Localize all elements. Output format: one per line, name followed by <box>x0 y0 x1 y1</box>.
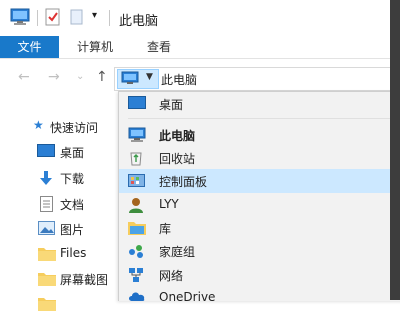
document-icon <box>40 196 54 215</box>
window-frame-edge <box>390 0 400 300</box>
properties-icon[interactable] <box>45 8 61 29</box>
desktop-icon <box>37 144 55 161</box>
dropdown-item-this-pc[interactable]: 此电脑 <box>119 123 400 147</box>
navigation-pane: ★ 快速访问 桌面 下载 文档 图片 Files 屏幕截图 <box>0 95 118 311</box>
folder-icon <box>38 271 56 289</box>
dropdown-item-label: 家庭组 <box>159 245 196 259</box>
nav-item-documents[interactable]: 文档 <box>0 192 118 216</box>
tab-computer[interactable]: 计算机 <box>77 36 113 58</box>
nav-item-pictures[interactable]: 图片 <box>0 217 118 241</box>
customize-toolbar-icon[interactable]: ▾ <box>92 10 97 21</box>
folder-icon <box>38 296 56 314</box>
nav-item-desktop[interactable]: 桌面 <box>0 140 118 164</box>
nav-item-label: 桌面 <box>60 146 85 160</box>
title-separator <box>37 10 38 26</box>
nav-item-label: 屏幕截图 <box>60 273 109 287</box>
dropdown-item-control-panel[interactable]: 控制面板 <box>119 169 400 193</box>
dropdown-item-network[interactable]: 网络 <box>119 263 400 287</box>
tab-file[interactable]: 文件 <box>0 36 59 58</box>
dropdown-item-label: OneDrive <box>159 290 216 304</box>
chevron-down-icon: ▼ <box>146 72 153 82</box>
homegroup-icon <box>128 243 144 259</box>
dropdown-item-label: 网络 <box>159 269 184 283</box>
window-title: 此电脑 <box>119 14 159 29</box>
nav-item-quick-access[interactable]: ★ 快速访问 <box>0 115 118 139</box>
nav-item-label: 快速访问 <box>50 121 99 135</box>
computer-icon <box>128 127 146 143</box>
tab-view[interactable]: 查看 <box>147 36 171 58</box>
nav-item-downloads[interactable]: 下载 <box>0 166 118 190</box>
onedrive-icon <box>128 290 145 306</box>
control-panel-icon <box>128 173 145 189</box>
desktop-icon <box>128 96 146 112</box>
address-dropdown: 桌面 此电脑 回收站 控制面板 LYY 库 家庭组 网络 OneDrive <box>118 91 400 304</box>
recent-locations-icon[interactable]: ⌄ <box>76 71 84 82</box>
title-bar: ▾ 此电脑 <box>0 0 400 36</box>
ribbon: 文件 计算机 查看 <box>0 36 400 59</box>
dropdown-item-label: 桌面 <box>159 98 184 112</box>
dropdown-item-label: LYY <box>159 197 179 211</box>
folder-icon <box>38 246 56 264</box>
dropdown-item-homegroup[interactable]: 家庭组 <box>119 239 400 263</box>
new-folder-icon[interactable] <box>70 8 84 29</box>
dropdown-item-recycle-bin[interactable]: 回收站 <box>119 146 400 170</box>
dropdown-item-label: 回收站 <box>159 152 196 166</box>
dropdown-item-desktop[interactable]: 桌面 <box>119 92 400 116</box>
nav-item-label: 下载 <box>60 172 85 186</box>
forward-button[interactable]: → <box>48 69 60 85</box>
dropdown-item-libraries[interactable]: 库 <box>119 216 400 240</box>
nav-item-label: 文档 <box>60 198 85 212</box>
dropdown-item-onedrive[interactable]: OneDrive <box>119 286 400 310</box>
nav-item-screenshots[interactable]: 屏幕截图 <box>0 267 118 291</box>
download-icon <box>38 170 54 189</box>
library-icon <box>128 220 146 236</box>
picture-icon <box>38 221 56 239</box>
address-root-button[interactable]: ▼ <box>117 69 159 89</box>
computer-icon[interactable] <box>10 8 30 29</box>
address-path: 此电脑 <box>161 73 198 87</box>
address-row: ← → ⌄ ↑ ▼ 此电脑 <box>0 59 400 95</box>
title-separator-2 <box>109 10 110 26</box>
up-button[interactable]: ↑ <box>96 69 108 85</box>
nav-item-label: 图片 <box>60 223 85 237</box>
address-bar[interactable]: ▼ 此电脑 <box>114 67 400 91</box>
dropdown-item-user[interactable]: LYY <box>119 193 400 217</box>
computer-icon <box>121 71 139 89</box>
nav-item-partial[interactable] <box>0 292 118 316</box>
back-button[interactable]: ← <box>18 69 30 85</box>
dropdown-separator <box>128 118 398 119</box>
network-icon <box>128 267 144 283</box>
dropdown-item-label: 此电脑 <box>159 129 196 143</box>
user-icon <box>128 197 144 213</box>
dropdown-item-label: 库 <box>159 222 172 236</box>
dropdown-item-label: 控制面板 <box>159 175 208 189</box>
nav-item-label: Files <box>60 246 87 260</box>
star-icon: ★ <box>33 118 44 132</box>
nav-item-files[interactable]: Files <box>0 242 118 266</box>
recycle-bin-icon <box>128 150 144 166</box>
